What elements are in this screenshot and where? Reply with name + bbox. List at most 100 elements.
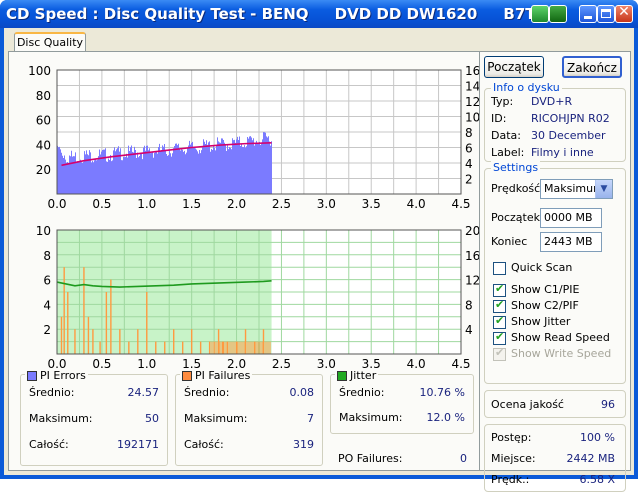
po-failures-value: 0: [460, 452, 467, 465]
stop-button[interactable]: Zakończ: [562, 56, 622, 78]
end-position-input[interactable]: 2443 MB: [540, 232, 602, 252]
x-tick-label: 1.5: [182, 357, 201, 369]
settings-group: Settings Prędkość Maksimur ▼ Początek 00…: [484, 161, 626, 384]
quality-value: 96: [601, 398, 615, 411]
y-left-tick-label: 60: [36, 114, 51, 128]
show-read-speed-label: Show Read Speed: [511, 331, 610, 344]
y-left-tick-label: 6: [43, 274, 51, 288]
show-jitter-checkbox[interactable]: [493, 314, 506, 329]
po-failures-label: PO Failures:: [338, 452, 403, 465]
x-tick-label: 4.0: [407, 357, 426, 369]
quality-label: Ocena jakość: [491, 398, 564, 411]
position-label: Miejsce:: [491, 452, 536, 465]
x-tick-label: 2.5: [272, 357, 291, 369]
jitter-swatch: [337, 371, 347, 381]
progress-group: Postęp: 100 % Miejsce: 2442 MB Prędk.: 6…: [484, 424, 626, 492]
y-right-tick-label: 8: [465, 126, 473, 140]
show-c1-pie-label: Show C1/PIE: [511, 283, 580, 296]
start-button[interactable]: Początek: [484, 56, 544, 78]
pi-failures-max-value: 7: [307, 412, 314, 425]
x-tick-label: 0.0: [47, 357, 66, 369]
y-right-tick-label: 16: [465, 249, 479, 263]
y-right-tick-label: 4: [465, 157, 473, 171]
close-button[interactable]: ✕: [615, 4, 633, 23]
disc-info-title: Info o dysku: [491, 81, 562, 94]
jitter-avg-label: Średnio:: [339, 386, 385, 399]
pi-errors-swatch: [27, 371, 37, 381]
x-tick-label: 2.0: [227, 357, 246, 369]
y-left-tick-label: 10: [36, 224, 51, 238]
y-right-tick-label: 2: [465, 173, 473, 187]
show-write-speed-label: Show Write Speed: [511, 347, 612, 360]
disc-info-group: Info o dysku Typ: DVD+R ID: RICOHJPN R02…: [484, 81, 626, 162]
y-left-tick-label: 80: [36, 89, 51, 103]
tab-disc-quality[interactable]: Disc Quality: [14, 32, 86, 52]
position-value: 2442 MB: [566, 452, 615, 465]
pi-failures-avg-value: 0.08: [289, 386, 315, 399]
pi-failures-title-text: PI Failures: [195, 369, 251, 382]
pi-failures-stats: PI Failures Średnio: 0.08 Maksimum: 7 Ca…: [175, 369, 323, 466]
show-write-speed-checkbox: [493, 346, 506, 361]
y-right-tick-label: 12: [465, 274, 479, 288]
speed-label: Prędkość: [491, 182, 541, 195]
speed-select-value: Maksimur: [544, 182, 598, 195]
show-c1-pie-checkbox[interactable]: [493, 282, 506, 297]
y-left-tick-label: 100: [28, 64, 51, 78]
show-read-speed-checkbox[interactable]: [493, 330, 506, 345]
y-right-tick-label: 12: [465, 95, 479, 109]
pi-errors-stats: PI Errors Średnio: 24.57 Maksimum: 50 Ca…: [20, 369, 168, 466]
x-tick-label: 4.5: [451, 357, 470, 369]
maximize-button[interactable]: [597, 5, 615, 23]
y-right-tick-label: 8: [465, 298, 473, 312]
disc-id-value: RICOHJPN R02: [531, 112, 610, 125]
pi-failures-chart: 0.0 0.5 1.0 1.5 2.0 2.5 3.0 3.5 4.0 4.5 10 8 6 4 2 20 16…: [36, 224, 479, 369]
pi-failures-total-label: Całość:: [184, 438, 224, 451]
pi-failures-avg-label: Średnio:: [184, 386, 230, 399]
quick-scan-checkbox[interactable]: [493, 262, 506, 275]
jitter-stats: Jitter Średnio: 10.76 % Maksimum: 12.0 %: [330, 369, 474, 434]
disc-type-label: Typ:: [491, 95, 514, 108]
quality-group: Ocena jakość 96: [484, 390, 626, 418]
speed-select[interactable]: Maksimur ▼: [540, 179, 613, 199]
disc-type-value: DVD+R: [531, 95, 573, 108]
jitter-max-value: 12.0 %: [426, 411, 465, 424]
jitter-avg-value: 10.76 %: [419, 386, 465, 399]
jitter-title: Jitter: [335, 369, 379, 382]
pi-failures-title: PI Failures: [180, 369, 253, 382]
show-jitter-label: Show Jitter: [511, 315, 571, 328]
jitter-max-label: Maksimum:: [339, 411, 403, 424]
progress-value: 100 %: [580, 431, 615, 444]
show-c2-pif-checkbox[interactable]: [493, 298, 506, 313]
y-left-tick-label: 40: [36, 138, 51, 152]
x-tick-label: 0.5: [92, 357, 111, 369]
title-bar[interactable]: CD Speed : Disc Quality Test - BENQ DVD …: [0, 0, 638, 28]
pi-failures-total-value: 319: [293, 438, 314, 451]
speed-readout-value: 6.58 X: [579, 473, 615, 486]
start-position-input[interactable]: 0000 MB: [540, 208, 602, 228]
pi-errors-avg-value: 24.57: [127, 386, 160, 399]
pi-errors-chart: 0.0 0.5 1.0 1.5 2.0 2.5 3.0 3.5 4.0 4.51008060402…: [28, 64, 479, 211]
cd-icon[interactable]: [531, 5, 549, 23]
y-right-tick-label: 4: [465, 323, 473, 337]
disc-id-label: ID:: [491, 112, 507, 125]
end-position-label: Koniec: [491, 235, 528, 248]
quick-scan-label: Quick Scan: [511, 261, 573, 274]
save-icon[interactable]: [549, 5, 567, 23]
pi-errors-total-label: Całość:: [29, 438, 69, 451]
start-position-label: Początek: [491, 211, 540, 224]
x-tick-label: 1.0: [137, 357, 156, 369]
disc-date-value: 30 December: [531, 129, 606, 142]
pi-errors-max-label: Maksimum:: [29, 412, 93, 425]
jitter-title-text: Jitter: [350, 369, 377, 382]
x-tick-label: 3.0: [317, 357, 336, 369]
disc-label-label: Label:: [491, 146, 525, 159]
pi-failures-max-label: Maksimum:: [184, 412, 248, 425]
pi-errors-max-value: 50: [145, 412, 159, 425]
chevron-down-icon[interactable]: ▼: [595, 180, 612, 198]
minimize-button[interactable]: [579, 5, 597, 23]
client-area: Disc Quality 0.0 0.5 1.0 1.5 2.0 2.5 3.0 3.5 4.0…: [4, 28, 634, 492]
pi-errors-title: PI Errors: [25, 369, 88, 382]
pi-errors-avg-label: Średnio:: [29, 386, 75, 399]
y-right-tick-label: 20: [465, 224, 479, 238]
app-window: CD Speed : Disc Quality Test - BENQ DVD …: [0, 0, 638, 492]
